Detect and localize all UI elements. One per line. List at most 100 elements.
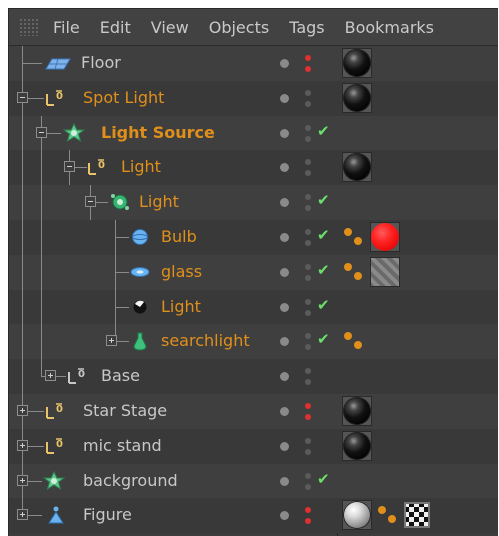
object-name[interactable]: mic stand — [83, 436, 162, 455]
object-row[interactable]: 0 Base — [9, 359, 498, 395]
layer-dot[interactable] — [280, 476, 289, 486]
phong-tag-icon[interactable] — [376, 503, 400, 527]
object-row[interactable]: 0 Light — [9, 150, 498, 186]
collapse-toggle[interactable] — [85, 196, 96, 208]
expand-toggle[interactable] — [17, 439, 28, 451]
layer-dot[interactable] — [280, 93, 289, 103]
enabled-check-icon[interactable]: ✔ — [317, 470, 330, 488]
enabled-check-icon[interactable]: ✔ — [317, 226, 330, 244]
object-name[interactable]: glass — [161, 262, 202, 281]
object-name[interactable]: Light — [161, 297, 201, 316]
object-row[interactable]: Light ✔ — [9, 289, 498, 325]
object-name[interactable]: Light Source — [101, 123, 215, 142]
visibility-toggle[interactable] — [305, 89, 311, 108]
object-row[interactable]: Floor — [9, 46, 498, 81]
object-name[interactable]: Floor — [81, 53, 121, 72]
object-name[interactable]: background — [83, 471, 178, 490]
layer-dot[interactable] — [280, 198, 289, 208]
visibility-toggle[interactable] — [305, 124, 311, 143]
null-object-icon: 0 — [46, 403, 63, 419]
visibility-toggle[interactable] — [305, 437, 311, 456]
menu-bookmarks[interactable]: Bookmarks — [345, 18, 434, 37]
tag-area — [342, 48, 372, 78]
menu-tags[interactable]: Tags — [289, 18, 324, 37]
object-row[interactable]: glass ✔ — [9, 254, 498, 290]
enabled-check-icon[interactable]: ✔ — [317, 122, 330, 140]
visibility-toggle[interactable] — [305, 194, 311, 212]
visibility-toggle[interactable] — [305, 402, 311, 421]
tag-area — [342, 430, 372, 461]
object-row[interactable]: Bulb ✔ — [9, 219, 498, 255]
visibility-toggle[interactable] — [305, 159, 311, 177]
menu-view[interactable]: View — [151, 18, 189, 37]
object-row[interactable]: 0 Spot Light — [9, 80, 498, 116]
expand-toggle[interactable] — [45, 370, 56, 382]
enabled-check-icon[interactable]: ✔ — [317, 191, 330, 209]
tree-line — [22, 324, 23, 360]
menu-edit[interactable]: Edit — [100, 18, 131, 37]
layer-dot[interactable] — [280, 302, 289, 312]
visibility-toggle[interactable] — [305, 298, 311, 317]
object-name[interactable]: Light — [139, 192, 179, 211]
layer-dot[interactable] — [280, 372, 289, 382]
layer-dot[interactable] — [280, 406, 289, 416]
object-row[interactable]: Figure — [9, 498, 498, 534]
collapse-toggle[interactable] — [17, 91, 28, 103]
layer-dot[interactable] — [280, 337, 289, 347]
object-name[interactable]: searchlight — [161, 331, 250, 350]
menu-file[interactable]: File — [53, 18, 80, 37]
disc-icon — [130, 266, 150, 277]
collapse-toggle[interactable] — [64, 161, 75, 173]
enabled-check-icon[interactable]: ✔ — [317, 296, 330, 314]
material-tag[interactable] — [342, 395, 372, 426]
tag-area — [342, 152, 372, 183]
phong-tag-icon[interactable] — [342, 225, 366, 249]
layer-dot[interactable] — [280, 59, 289, 68]
visibility-toggle[interactable] — [305, 368, 311, 386]
enabled-check-icon[interactable]: ✔ — [317, 330, 330, 348]
material-tag[interactable] — [342, 82, 372, 113]
visibility-toggle[interactable] — [305, 333, 311, 351]
visibility-toggle[interactable] — [305, 228, 311, 247]
expand-toggle[interactable] — [17, 509, 28, 521]
phong-tag-icon[interactable] — [342, 329, 366, 353]
material-tag[interactable] — [342, 500, 372, 531]
expand-toggle[interactable] — [17, 404, 28, 416]
object-name[interactable]: Base — [101, 366, 140, 385]
object-name[interactable]: Spot Light — [83, 88, 164, 107]
material-tag[interactable] — [342, 430, 372, 461]
object-row[interactable]: 0 mic stand — [9, 428, 498, 464]
visibility-toggle[interactable] — [305, 263, 311, 282]
layer-dot[interactable] — [280, 232, 289, 242]
layer-dot[interactable] — [280, 128, 289, 138]
object-row[interactable]: Light ✔ — [9, 185, 498, 221]
menu-objects[interactable]: Objects — [209, 18, 269, 37]
layer-dot[interactable] — [280, 441, 289, 451]
material-tag[interactable] — [342, 48, 372, 78]
enabled-check-icon[interactable]: ✔ — [317, 261, 330, 279]
tag-area — [342, 326, 366, 356]
visibility-toggle[interactable] — [305, 472, 311, 491]
object-name[interactable]: Light — [121, 157, 161, 176]
collapse-toggle[interactable] — [36, 126, 47, 138]
object-name[interactable]: Figure — [83, 505, 132, 524]
panel-grip-icon[interactable] — [19, 18, 39, 36]
expand-toggle[interactable] — [106, 335, 117, 347]
visibility-toggle[interactable] — [305, 55, 311, 73]
expand-toggle[interactable] — [17, 474, 28, 486]
layer-dot[interactable] — [280, 511, 289, 521]
layer-dot[interactable] — [280, 267, 289, 277]
object-name[interactable]: Star Stage — [83, 401, 167, 420]
object-name[interactable]: Bulb — [161, 227, 197, 246]
material-tag[interactable] — [342, 152, 372, 183]
object-row[interactable]: background ✔ — [9, 463, 498, 499]
checker-texture-tag-icon[interactable] — [404, 502, 430, 529]
object-row[interactable]: 0 Star Stage — [9, 393, 498, 429]
object-row[interactable]: Light Source ✔ — [9, 115, 498, 151]
phong-tag-icon[interactable] — [342, 260, 366, 284]
visibility-toggle[interactable] — [305, 507, 311, 525]
object-row[interactable]: searchlight ✔ — [9, 324, 498, 360]
layer-dot[interactable] — [280, 163, 289, 173]
material-tag[interactable] — [370, 221, 400, 252]
material-glass-icon[interactable] — [370, 256, 400, 287]
